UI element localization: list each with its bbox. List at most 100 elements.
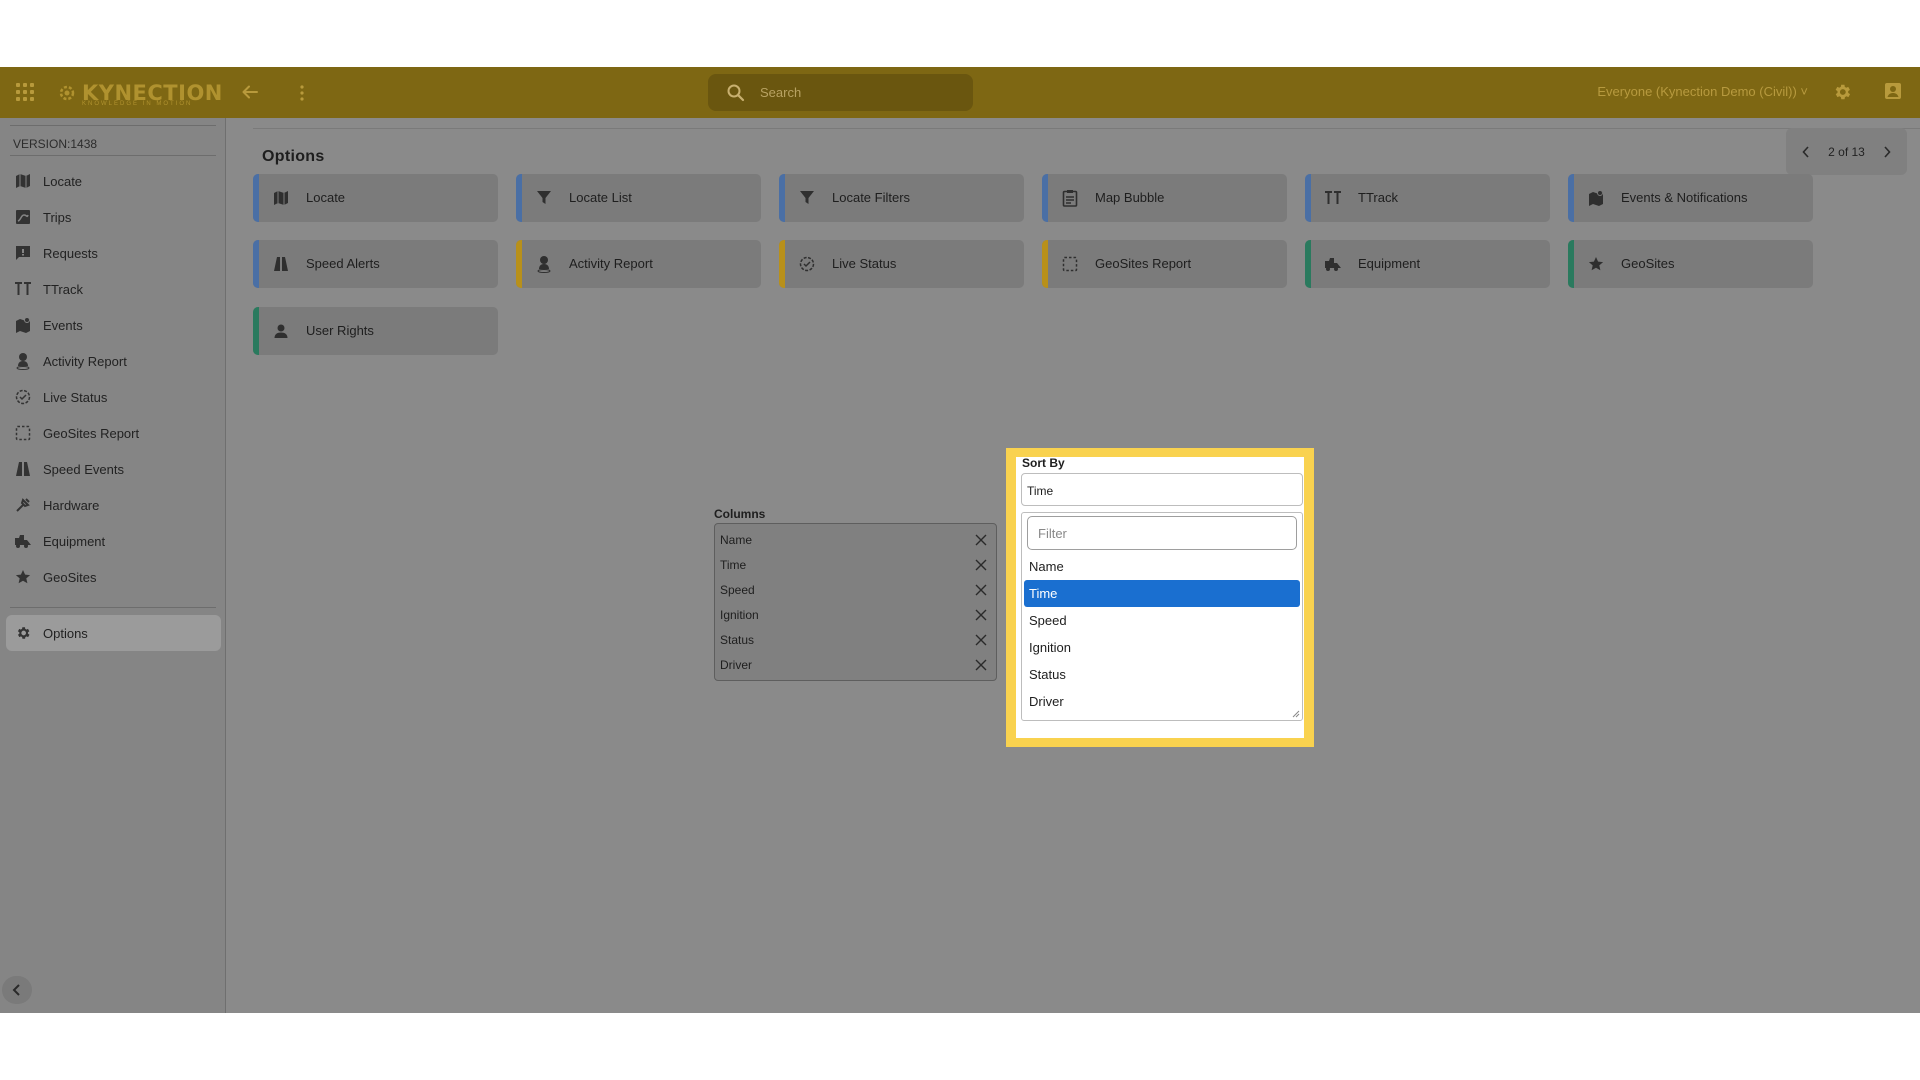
logo-mark-icon — [59, 85, 75, 101]
columns-label: Columns — [714, 507, 766, 521]
pager: 2 of 13 — [1786, 128, 1907, 175]
tile-accent — [1568, 240, 1574, 288]
divider — [10, 155, 216, 156]
tile-label: Activity Report — [569, 256, 653, 271]
filter-input[interactable] — [1027, 516, 1297, 550]
scope-selector[interactable]: Everyone (Kynection Demo (Civil)) ˅ — [1597, 84, 1808, 99]
sidebar-item-ttrack[interactable]: TTrack — [6, 271, 221, 307]
apps-grid-icon[interactable] — [16, 83, 34, 101]
tile-ttrack[interactable]: TTrack — [1305, 174, 1550, 222]
top-bar: KYNECTION KNOWLEDGE IN MOTION Everyone (… — [0, 67, 1920, 118]
sidebar-item-events[interactable]: Events — [6, 307, 221, 343]
sidebar-item-hardware[interactable]: Hardware — [6, 487, 221, 523]
search-input[interactable] — [760, 74, 960, 111]
close-icon[interactable] — [974, 583, 988, 597]
sort-option[interactable]: Speed — [1024, 607, 1300, 634]
resize-handle-icon[interactable] — [1292, 710, 1300, 718]
logo: KYNECTION KNOWLEDGE IN MOTION — [56, 79, 223, 107]
tile-user-rights[interactable]: User Rights — [253, 307, 498, 355]
logo-text: KYNECTION — [82, 81, 223, 105]
clipboard-icon — [1060, 188, 1080, 208]
close-icon[interactable] — [974, 608, 988, 622]
collapse-sidebar-button[interactable] — [2, 976, 32, 1004]
tile-activity-report[interactable]: Activity Report — [516, 240, 761, 288]
tile-locate[interactable]: Locate — [253, 174, 498, 222]
columns-list: Name Time Speed Ignition Status Driver — [714, 523, 997, 681]
sort-option[interactable]: Status — [1024, 661, 1300, 688]
close-icon[interactable] — [974, 633, 988, 647]
app-window: KYNECTION KNOWLEDGE IN MOTION Everyone (… — [0, 67, 1920, 1013]
tile-live-status[interactable]: Live Status — [779, 240, 1024, 288]
tile-map-bubble[interactable]: Map Bubble — [1042, 174, 1287, 222]
close-icon[interactable] — [974, 558, 988, 572]
sort-option[interactable]: Driver — [1024, 688, 1300, 715]
chevron-left-icon[interactable] — [1802, 145, 1810, 158]
tile-geosites[interactable]: GeoSites — [1568, 240, 1813, 288]
search-bar[interactable] — [708, 74, 973, 111]
chevron-right-icon[interactable] — [1883, 145, 1891, 158]
gear-icon[interactable] — [1832, 82, 1852, 102]
page-indicator: 2 of 13 — [1828, 144, 1865, 159]
ttrack-icon — [13, 279, 33, 299]
sidebar-item-label: Locate — [43, 173, 83, 189]
tile-speed-alerts[interactable]: Speed Alerts — [253, 240, 498, 288]
sidebar-item-activity-report[interactable]: Activity Report — [6, 343, 221, 379]
sidebar-item-geosites-report[interactable]: GeoSites Report — [6, 415, 221, 451]
sidebar-item-geosites[interactable]: GeoSites — [6, 559, 221, 595]
divider — [253, 128, 1920, 129]
sidebar-item-trips[interactable]: Trips — [6, 199, 221, 235]
sidebar-item-requests[interactable]: Requests — [6, 235, 221, 271]
column-name: Status — [720, 632, 755, 647]
page-title: Options — [262, 148, 325, 165]
sidebar-item-options[interactable]: Options — [6, 615, 221, 651]
column-chip: Ignition — [715, 602, 996, 627]
more-vert-icon[interactable] — [298, 83, 306, 103]
sort-by-value: Time — [1027, 484, 1054, 498]
search-icon — [727, 84, 745, 102]
tile-accent — [779, 240, 785, 288]
column-name: Speed — [720, 582, 755, 597]
tile-label: GeoSites — [1621, 256, 1675, 271]
tile-label: Locate List — [569, 190, 632, 205]
close-icon[interactable] — [974, 658, 988, 672]
tile-label: Events & Notifications — [1621, 190, 1748, 205]
tile-events-notifications[interactable]: Events & Notifications — [1568, 174, 1813, 222]
sort-option[interactable]: Ignition — [1024, 634, 1300, 661]
tile-geosites-report[interactable]: GeoSites Report — [1042, 240, 1287, 288]
live-status-icon — [797, 254, 817, 274]
sort-by-select[interactable]: Time — [1021, 473, 1303, 506]
sort-option[interactable]: Name — [1024, 553, 1300, 580]
column-chip: Speed — [715, 577, 996, 602]
sidebar-item-live-status[interactable]: Live Status — [6, 379, 221, 415]
tile-label: Live Status — [832, 256, 897, 271]
requests-icon — [13, 243, 33, 263]
person-pin-icon — [13, 351, 33, 371]
version-label: VERSION:1438 — [13, 137, 98, 151]
map-icon — [271, 188, 291, 208]
person-pin-icon — [534, 254, 554, 274]
sidebar-item-locate[interactable]: Locate — [6, 163, 221, 199]
close-icon[interactable] — [974, 533, 988, 547]
events-icon — [13, 315, 33, 335]
sidebar-item-speed-events[interactable]: Speed Events — [6, 451, 221, 487]
tile-locate-list[interactable]: Locate List — [516, 174, 761, 222]
column-name: Time — [720, 557, 747, 572]
sidebar-item-label: Live Status — [43, 389, 108, 405]
ttrack-icon — [1323, 188, 1343, 208]
column-name: Name — [720, 532, 753, 547]
sidebar-nav: Locate Trips Requests TTrack Events Acti… — [6, 163, 221, 651]
back-arrow-icon[interactable] — [240, 82, 260, 102]
filter-icon — [797, 188, 817, 208]
sidebar-item-equipment[interactable]: Equipment — [6, 523, 221, 559]
tile-equipment[interactable]: Equipment — [1305, 240, 1550, 288]
sidebar-item-label: Options — [43, 625, 88, 641]
sort-option-selected[interactable]: Time — [1024, 580, 1300, 607]
column-chip: Name — [715, 527, 996, 552]
map-icon — [13, 171, 33, 191]
account-icon[interactable] — [1884, 82, 1902, 100]
tile-accent — [1305, 174, 1311, 222]
divider — [10, 125, 216, 126]
tile-locate-filters[interactable]: Locate Filters — [779, 174, 1024, 222]
tile-accent — [253, 307, 259, 355]
sidebar-item-label: GeoSites Report — [43, 425, 140, 441]
